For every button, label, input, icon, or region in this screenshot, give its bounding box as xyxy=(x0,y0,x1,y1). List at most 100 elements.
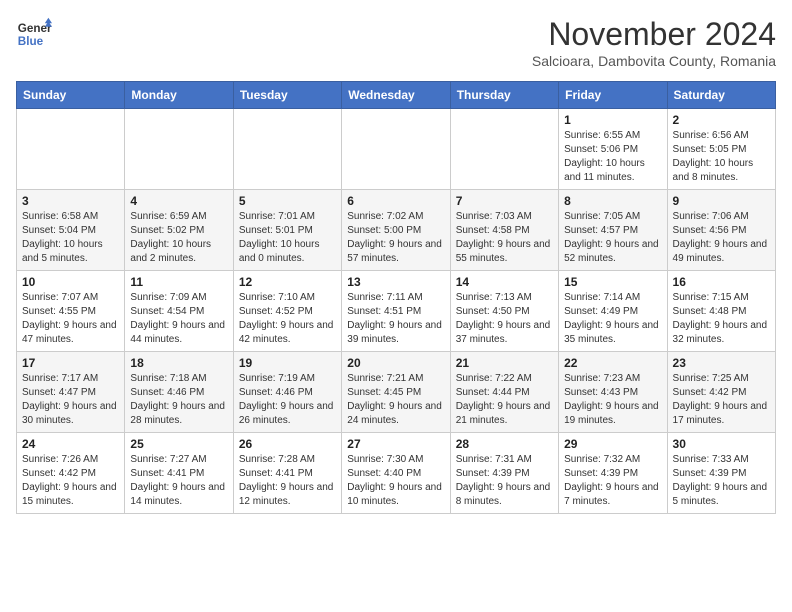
day-number: 7 xyxy=(456,194,553,208)
day-info: Sunrise: 7:15 AM Sunset: 4:48 PM Dayligh… xyxy=(673,291,770,347)
cell-2-1: 11 Sunrise: 7:09 AM Sunset: 4:54 PM Dayli… xyxy=(125,271,233,352)
day-number: 22 xyxy=(564,356,661,370)
cell-3-4: 21Sunrise: 7:22 AM Sunset: 4:44 PM Dayli… xyxy=(450,352,558,433)
day-info: Sunrise: 7:33 AM Sunset: 4:39 PM Dayligh… xyxy=(673,453,770,509)
day-info: Sunrise: 7:14 AM Sunset: 4:49 PM Dayligh… xyxy=(564,291,661,347)
header-friday: Friday xyxy=(559,82,667,109)
cell-2-3: 13 Sunrise: 7:11 AM Sunset: 4:51 PM Dayli… xyxy=(342,271,450,352)
day-info: Sunrise: 7:27 AM Sunset: 4:41 PM Dayligh… xyxy=(130,453,227,509)
day-number: 4 xyxy=(130,194,227,208)
header-saturday: Saturday xyxy=(667,82,775,109)
day-info: Sunrise: 7:06 AM Sunset: 4:56 PM Dayligh… xyxy=(673,210,770,266)
cell-0-6: 2 Sunrise: 6:56 AM Sunset: 5:05 PM Daylig… xyxy=(667,109,775,190)
day-info: Sunrise: 7:11 AM Sunset: 4:51 PM Dayligh… xyxy=(347,291,444,347)
svg-text:Blue: Blue xyxy=(18,35,44,48)
day-info: Sunrise: 7:01 AM Sunset: 5:01 PM Dayligh… xyxy=(239,210,336,266)
cell-2-2: 12Sunrise: 7:10 AM Sunset: 4:52 PM Dayli… xyxy=(233,271,341,352)
day-info: Sunrise: 7:02 AM Sunset: 5:00 PM Dayligh… xyxy=(347,210,444,266)
cell-2-6: 16 Sunrise: 7:15 AM Sunset: 4:48 PM Dayli… xyxy=(667,271,775,352)
cell-4-2: 26Sunrise: 7:28 AM Sunset: 4:41 PM Dayli… xyxy=(233,433,341,514)
day-number: 2 xyxy=(673,113,770,127)
cell-4-0: 24 Sunrise: 7:26 AM Sunset: 4:42 PM Dayli… xyxy=(17,433,125,514)
day-info: Sunrise: 7:17 AM Sunset: 4:47 PM Dayligh… xyxy=(22,372,119,428)
day-number: 16 xyxy=(673,275,770,289)
day-info: Sunrise: 7:23 AM Sunset: 4:43 PM Dayligh… xyxy=(564,372,661,428)
day-number: 6 xyxy=(347,194,444,208)
header-row: SundayMondayTuesdayWednesdayThursdayFrid… xyxy=(17,82,776,109)
header-wednesday: Wednesday xyxy=(342,82,450,109)
day-number: 29 xyxy=(564,437,661,451)
cell-1-2: 5 Sunrise: 7:01 AM Sunset: 5:01 PM Daylig… xyxy=(233,190,341,271)
day-number: 14 xyxy=(456,275,553,289)
day-info: Sunrise: 7:13 AM Sunset: 4:50 PM Dayligh… xyxy=(456,291,553,347)
day-info: Sunrise: 7:03 AM Sunset: 4:58 PM Dayligh… xyxy=(456,210,553,266)
day-info: Sunrise: 6:59 AM Sunset: 5:02 PM Dayligh… xyxy=(130,210,227,266)
day-number: 3 xyxy=(22,194,119,208)
day-number: 20 xyxy=(347,356,444,370)
day-info: Sunrise: 7:09 AM Sunset: 4:54 PM Dayligh… xyxy=(130,291,227,347)
week-row-1: 3 Sunrise: 6:58 AM Sunset: 5:04 PM Daylig… xyxy=(17,190,776,271)
logo: General Blue xyxy=(16,16,52,52)
calendar-body: 1Sunrise: 6:55 AM Sunset: 5:06 PM Daylig… xyxy=(17,109,776,514)
header-tuesday: Tuesday xyxy=(233,82,341,109)
day-number: 15 xyxy=(564,275,661,289)
day-info: Sunrise: 7:07 AM Sunset: 4:55 PM Dayligh… xyxy=(22,291,119,347)
cell-3-5: 22 Sunrise: 7:23 AM Sunset: 4:43 PM Dayli… xyxy=(559,352,667,433)
day-info: Sunrise: 7:18 AM Sunset: 4:46 PM Dayligh… xyxy=(130,372,227,428)
day-info: Sunrise: 7:26 AM Sunset: 4:42 PM Dayligh… xyxy=(22,453,119,509)
calendar-header: SundayMondayTuesdayWednesdayThursdayFrid… xyxy=(17,82,776,109)
logo-icon: General Blue xyxy=(16,16,52,52)
cell-0-4 xyxy=(450,109,558,190)
cell-4-3: 27Sunrise: 7:30 AM Sunset: 4:40 PM Dayli… xyxy=(342,433,450,514)
day-number: 19 xyxy=(239,356,336,370)
day-number: 11 xyxy=(130,275,227,289)
day-info: Sunrise: 7:21 AM Sunset: 4:45 PM Dayligh… xyxy=(347,372,444,428)
day-info: Sunrise: 6:58 AM Sunset: 5:04 PM Dayligh… xyxy=(22,210,119,266)
cell-4-1: 25 Sunrise: 7:27 AM Sunset: 4:41 PM Dayli… xyxy=(125,433,233,514)
cell-0-3 xyxy=(342,109,450,190)
cell-4-5: 29Sunrise: 7:32 AM Sunset: 4:39 PM Dayli… xyxy=(559,433,667,514)
cell-3-3: 20 Sunrise: 7:21 AM Sunset: 4:45 PM Dayli… xyxy=(342,352,450,433)
header-thursday: Thursday xyxy=(450,82,558,109)
day-number: 13 xyxy=(347,275,444,289)
week-row-4: 24 Sunrise: 7:26 AM Sunset: 4:42 PM Dayli… xyxy=(17,433,776,514)
day-number: 28 xyxy=(456,437,553,451)
title-area: November 2024 Salcioara, Dambovita Count… xyxy=(532,16,776,69)
cell-3-0: 17Sunrise: 7:17 AM Sunset: 4:47 PM Dayli… xyxy=(17,352,125,433)
cell-1-4: 7 Sunrise: 7:03 AM Sunset: 4:58 PM Daylig… xyxy=(450,190,558,271)
month-title: November 2024 xyxy=(532,16,776,53)
day-info: Sunrise: 7:25 AM Sunset: 4:42 PM Dayligh… xyxy=(673,372,770,428)
cell-2-0: 10Sunrise: 7:07 AM Sunset: 4:55 PM Dayli… xyxy=(17,271,125,352)
day-number: 8 xyxy=(564,194,661,208)
header-monday: Monday xyxy=(125,82,233,109)
cell-0-2 xyxy=(233,109,341,190)
cell-4-4: 28 Sunrise: 7:31 AM Sunset: 4:39 PM Dayli… xyxy=(450,433,558,514)
day-number: 25 xyxy=(130,437,227,451)
day-info: Sunrise: 7:30 AM Sunset: 4:40 PM Dayligh… xyxy=(347,453,444,509)
day-info: Sunrise: 6:56 AM Sunset: 5:05 PM Dayligh… xyxy=(673,129,770,185)
day-number: 24 xyxy=(22,437,119,451)
cell-1-6: 9 Sunrise: 7:06 AM Sunset: 4:56 PM Daylig… xyxy=(667,190,775,271)
calendar-table: SundayMondayTuesdayWednesdayThursdayFrid… xyxy=(16,81,776,514)
day-number: 30 xyxy=(673,437,770,451)
day-info: Sunrise: 7:31 AM Sunset: 4:39 PM Dayligh… xyxy=(456,453,553,509)
cell-3-1: 18 Sunrise: 7:18 AM Sunset: 4:46 PM Dayli… xyxy=(125,352,233,433)
day-info: Sunrise: 7:22 AM Sunset: 4:44 PM Dayligh… xyxy=(456,372,553,428)
cell-0-0 xyxy=(17,109,125,190)
cell-3-2: 19 Sunrise: 7:19 AM Sunset: 4:46 PM Dayli… xyxy=(233,352,341,433)
day-number: 5 xyxy=(239,194,336,208)
day-number: 9 xyxy=(673,194,770,208)
cell-3-6: 23 Sunrise: 7:25 AM Sunset: 4:42 PM Dayli… xyxy=(667,352,775,433)
header-sunday: Sunday xyxy=(17,82,125,109)
day-number: 18 xyxy=(130,356,227,370)
cell-1-0: 3 Sunrise: 6:58 AM Sunset: 5:04 PM Daylig… xyxy=(17,190,125,271)
cell-1-3: 6 Sunrise: 7:02 AM Sunset: 5:00 PM Daylig… xyxy=(342,190,450,271)
cell-0-5: 1Sunrise: 6:55 AM Sunset: 5:06 PM Daylig… xyxy=(559,109,667,190)
cell-2-4: 14 Sunrise: 7:13 AM Sunset: 4:50 PM Dayli… xyxy=(450,271,558,352)
subtitle: Salcioara, Dambovita County, Romania xyxy=(532,53,776,69)
day-number: 12 xyxy=(239,275,336,289)
cell-1-5: 8Sunrise: 7:05 AM Sunset: 4:57 PM Daylig… xyxy=(559,190,667,271)
day-info: Sunrise: 6:55 AM Sunset: 5:06 PM Dayligh… xyxy=(564,129,661,185)
day-number: 23 xyxy=(673,356,770,370)
day-info: Sunrise: 7:19 AM Sunset: 4:46 PM Dayligh… xyxy=(239,372,336,428)
